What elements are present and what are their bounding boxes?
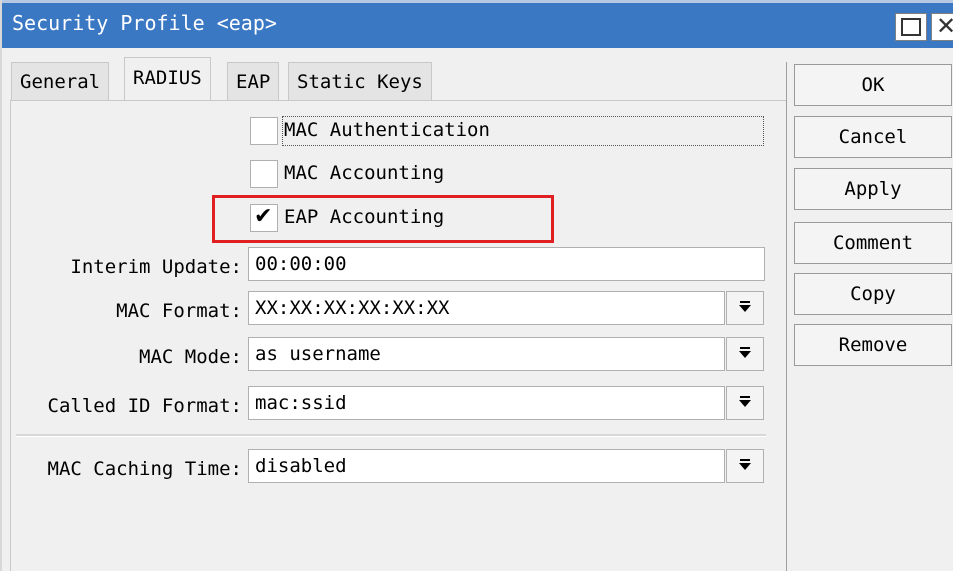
tab-radius[interactable]: RADIUS [124, 57, 211, 101]
section-separator [16, 434, 766, 437]
called-id-format-label: Called ID Format: [47, 395, 242, 417]
focus-outline [282, 116, 764, 146]
mac-mode-label: MAC Mode: [139, 346, 242, 368]
apply-button[interactable]: Apply [794, 168, 952, 210]
comment-button[interactable]: Comment [794, 222, 952, 264]
tab-general[interactable]: General [11, 62, 110, 100]
window-title: Security Profile <eap> [12, 11, 277, 35]
mac-format-label: MAC Format: [116, 300, 242, 322]
called-id-format-select[interactable]: mac:ssid [248, 386, 725, 420]
maximize-button[interactable] [895, 13, 927, 41]
dropdown-arrow-icon [739, 459, 751, 470]
mac-format-dropdown-button[interactable] [726, 291, 764, 325]
close-icon: ✕ [936, 12, 953, 40]
mac-caching-time-select[interactable]: disabled [248, 449, 725, 483]
mac-format-select[interactable]: XX:XX:XX:XX:XX:XX [248, 291, 725, 325]
dropdown-arrow-icon [739, 396, 751, 407]
mac-caching-time-label: MAC Caching Time: [47, 458, 242, 480]
security-profile-window: Security Profile <eap> ✕ General RADIUS … [0, 0, 953, 571]
maximize-icon [901, 18, 921, 36]
ok-button[interactable]: OK [794, 64, 952, 106]
dropdown-arrow-icon [739, 301, 751, 312]
cancel-button[interactable]: Cancel [794, 116, 952, 158]
annotation-highlight-box [212, 195, 554, 243]
mac-caching-time-dropdown-button[interactable] [726, 449, 764, 483]
interim-update-label: Interim Update: [70, 256, 242, 278]
copy-button[interactable]: Copy [794, 273, 952, 315]
mac-authentication-checkbox[interactable] [250, 117, 278, 145]
tab-static-keys[interactable]: Static Keys [288, 62, 432, 100]
mac-mode-select[interactable]: as username [248, 337, 725, 371]
panel-divider [786, 62, 787, 571]
called-id-format-dropdown-button[interactable] [726, 386, 764, 420]
title-bar[interactable]: Security Profile <eap> ✕ [2, 0, 953, 48]
tab-divider [10, 100, 787, 101]
interim-update-input[interactable]: 00:00:00 [248, 247, 765, 281]
mac-accounting-checkbox[interactable] [250, 160, 278, 188]
tab-eap[interactable]: EAP [227, 62, 280, 100]
mac-mode-dropdown-button[interactable] [726, 337, 764, 371]
remove-button[interactable]: Remove [794, 324, 952, 366]
close-button[interactable]: ✕ [931, 12, 953, 41]
dropdown-arrow-icon [739, 347, 751, 358]
mac-accounting-label: MAC Accounting [284, 162, 445, 184]
panel-border [10, 100, 11, 571]
